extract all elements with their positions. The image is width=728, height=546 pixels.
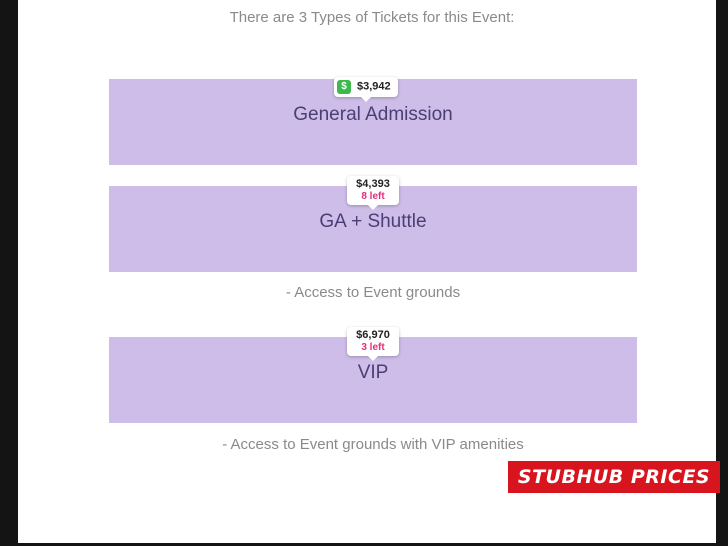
tickets-left: 8 left [361,191,385,202]
ticket-description: - Access to Event grounds [285,284,461,301]
price-tooltip: $ $3,942 [334,77,398,102]
ticket-description: - Access to Event grounds with VIP ameni… [222,436,524,453]
price-tooltip: $6,970 3 left [347,327,399,361]
ticket-price: $6,970 [356,329,390,341]
ticket-price: $4,393 [356,178,390,190]
stubhub-prices-badge: STUBHUB PRICES [508,461,720,493]
screenshot-frame: There are 3 Types of Tickets for this Ev… [0,0,728,546]
ticket-name: General Admission [293,104,453,125]
dollar-down-arrow-icon: $ [337,80,351,94]
ticket-price: $3,942 [357,80,391,93]
page-heading: There are 3 Types of Tickets for this Ev… [229,9,515,26]
ticket-name: VIP [357,362,389,383]
ticket-name: GA + Shuttle [319,211,427,232]
price-tooltip: $4,393 8 left [347,176,399,210]
tickets-left: 3 left [361,342,385,353]
